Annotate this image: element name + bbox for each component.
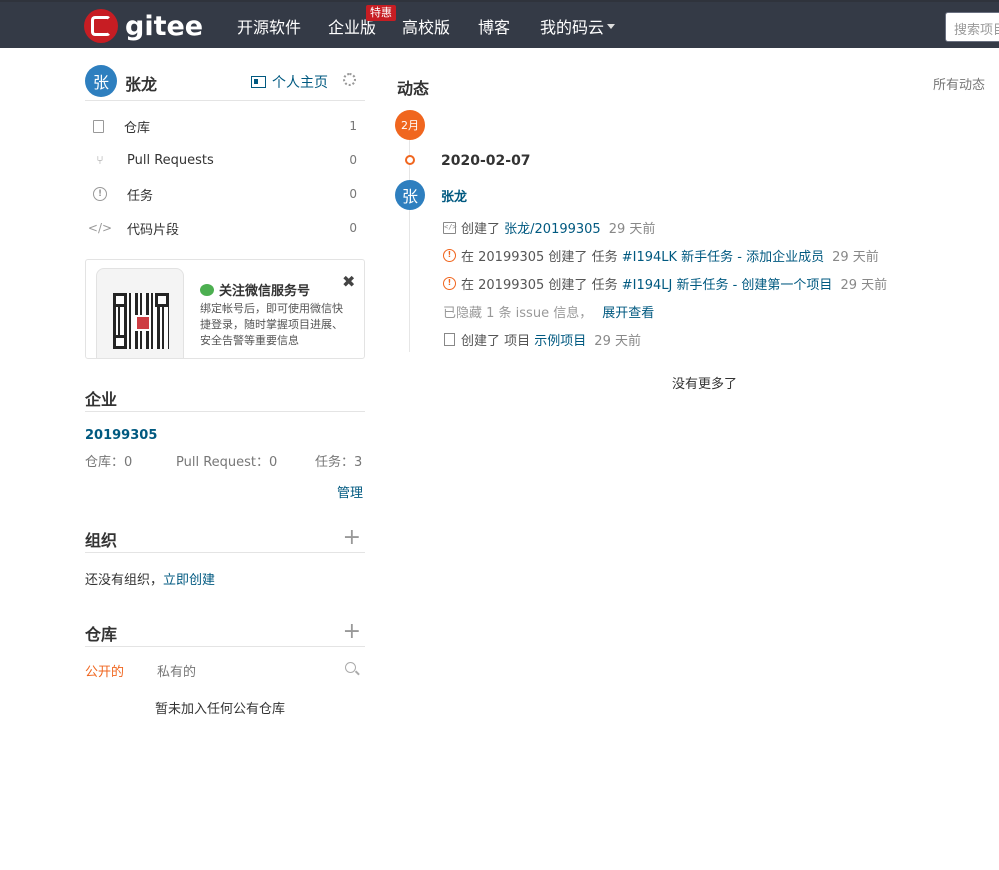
wechat-description: 绑定帐号后，即可使用微信快捷登录，随时掌握项目进展、安全告警等重要信息: [200, 302, 343, 347]
feed-event-time: 29 天前: [840, 278, 888, 293]
feed-filter-dropdown[interactable]: 所有动态: [933, 74, 985, 93]
qr-code-image: [113, 293, 169, 349]
feed-user-avatar[interactable]: 张: [395, 180, 425, 210]
feed-event-text: 创建了 项目: [461, 334, 531, 349]
enterprise-task-count: 任务：3: [315, 455, 363, 470]
feed-user-name[interactable]: 张龙: [441, 186, 467, 205]
enterprise-manage-link[interactable]: 管理: [337, 482, 363, 501]
top-navbar: gitee 开源软件 企业版 特惠 高校版 博客 我的码云 搜索项目: [0, 0, 999, 48]
enterprise-repo-count: 仓库：0: [85, 455, 133, 470]
enterprise-name-link[interactable]: 20199305: [85, 428, 157, 443]
avatar[interactable]: 张: [85, 65, 117, 97]
feed-event-time: 29 天前: [832, 250, 879, 265]
sidebar-item-label: 仓库: [124, 120, 151, 136]
enterprise-section-title: 企业: [85, 386, 365, 412]
feed-event-link[interactable]: #I194LJ 新手任务 - 创建第一个项目: [622, 274, 833, 293]
nav-education[interactable]: 高校版: [402, 2, 450, 50]
nav-my-gitee[interactable]: 我的码云: [540, 2, 616, 50]
add-organization-icon[interactable]: +: [343, 527, 361, 549]
repo-icon: [444, 333, 455, 346]
organization-title: 组织: [85, 531, 118, 550]
chevron-down-icon: [607, 23, 616, 29]
nav-open-source[interactable]: 开源软件: [237, 2, 301, 50]
feed-title: 动态: [397, 79, 430, 98]
no-more-text: 没有更多了: [672, 377, 738, 392]
feed-event-link[interactable]: 张龙/20199305: [504, 218, 601, 237]
sidebar-item-count: 0: [349, 221, 357, 235]
organization-empty: 还没有组织，立即创建: [85, 569, 215, 588]
feed-event: 创建了 项目 示例项目 29 天前: [443, 330, 641, 349]
feed-event-time: 29 天前: [594, 334, 641, 349]
code-snippet-icon: </>: [87, 221, 113, 235]
enterprise-title: 企业: [85, 390, 118, 409]
code-icon: </>: [443, 221, 457, 234]
organization-section-title: 组织 +: [85, 527, 365, 553]
user-name[interactable]: 张龙: [125, 71, 157, 95]
feed-event: ! 在 20199305 创建了 任务 #I194LJ 新手任务 - 创建第一个…: [443, 274, 887, 293]
repo-icon: [93, 119, 104, 133]
add-repository-icon[interactable]: +: [343, 621, 361, 643]
feed-event-text: 在 20199305 创建了 任务: [461, 250, 618, 265]
feed-date: 2020-02-07: [441, 153, 531, 169]
repositories-title: 仓库: [85, 625, 118, 644]
gitee-logo-icon: [84, 9, 118, 43]
timeline-line: [409, 140, 410, 352]
sidebar-item-label: Pull Requests: [127, 152, 214, 168]
sidebar-item-issues[interactable]: ! 任务 0: [85, 177, 365, 211]
sidebar-item-count: 0: [349, 153, 357, 167]
feed-event-time: 29 天前: [608, 222, 656, 237]
feed-event-link[interactable]: 示例项目: [534, 330, 586, 349]
issue-icon: !: [93, 187, 107, 201]
sidebar-item-count: 0: [349, 187, 357, 201]
user-profile-header: 张 张龙 个人主页: [85, 64, 365, 101]
phone-illustration: [96, 268, 184, 358]
feed-hidden-notice: 已隐藏 1 条 issue 信息， 展开查看: [443, 302, 654, 321]
homepage-label: 个人主页: [272, 75, 328, 91]
feed-event: ! 在 20199305 创建了 任务 #I194LK 新手任务 - 添加企业成…: [443, 246, 879, 265]
hot-badge: 特惠: [366, 5, 396, 21]
feed-hidden-text: 已隐藏 1 条 issue 信息，: [443, 306, 593, 321]
month-marker: 2月: [395, 110, 425, 140]
search-icon[interactable]: [345, 662, 356, 673]
feed-event-link[interactable]: #I194LK 新手任务 - 添加企业成员: [622, 246, 824, 265]
logo-text: gitee: [125, 10, 204, 42]
close-icon[interactable]: ✖: [342, 272, 355, 291]
sidebar-item-label: 代码片段: [127, 222, 180, 238]
organization-empty-text: 还没有组织，: [85, 573, 164, 588]
repositories-section-title: 仓库 +: [85, 621, 365, 647]
sidebar-item-snippets[interactable]: </> 代码片段 0: [85, 211, 365, 245]
gitee-logo[interactable]: gitee: [84, 8, 203, 44]
wechat-title-text: 关注微信服务号: [219, 284, 311, 299]
tab-public[interactable]: 公开的: [85, 661, 124, 680]
repository-empty: 暂未加入任何公有仓库: [155, 702, 286, 717]
wechat-icon: [200, 283, 214, 296]
feed-event-text: 创建了: [461, 222, 501, 237]
id-card-icon: [251, 76, 266, 88]
sidebar-item-repos[interactable]: 仓库 1: [85, 109, 365, 143]
sidebar-item-pull-requests[interactable]: ⑂ Pull Requests 0: [85, 143, 365, 177]
nav-blog[interactable]: 博客: [478, 2, 510, 50]
sidebar-item-count: 1: [349, 119, 357, 133]
wechat-promo-card: 关注微信服务号 绑定帐号后，即可使用微信快捷登录，随时掌握项目进展、安全告警等重…: [85, 259, 365, 359]
tab-private[interactable]: 私有的: [157, 661, 196, 680]
expand-hidden-link[interactable]: 展开查看: [602, 302, 654, 321]
pull-request-icon: ⑂: [96, 153, 104, 167]
day-marker-dot: [405, 155, 415, 165]
issue-icon: !: [443, 277, 456, 290]
homepage-link[interactable]: 个人主页: [251, 72, 328, 92]
gear-icon[interactable]: [343, 73, 356, 86]
nav-my-gitee-label: 我的码云: [540, 18, 605, 37]
wechat-title: 关注微信服务号: [200, 280, 310, 299]
feed-event-text: 在 20199305 创建了 任务: [461, 278, 618, 293]
issue-icon: !: [443, 249, 456, 262]
feed-event: </> 创建了 张龙/20199305 29 天前: [443, 218, 655, 237]
search-input[interactable]: 搜索项目: [945, 12, 999, 42]
create-organization-link[interactable]: 立即创建: [163, 573, 215, 588]
sidebar-item-label: 任务: [127, 188, 154, 204]
enterprise-pr-count: Pull Request：0: [176, 455, 278, 470]
